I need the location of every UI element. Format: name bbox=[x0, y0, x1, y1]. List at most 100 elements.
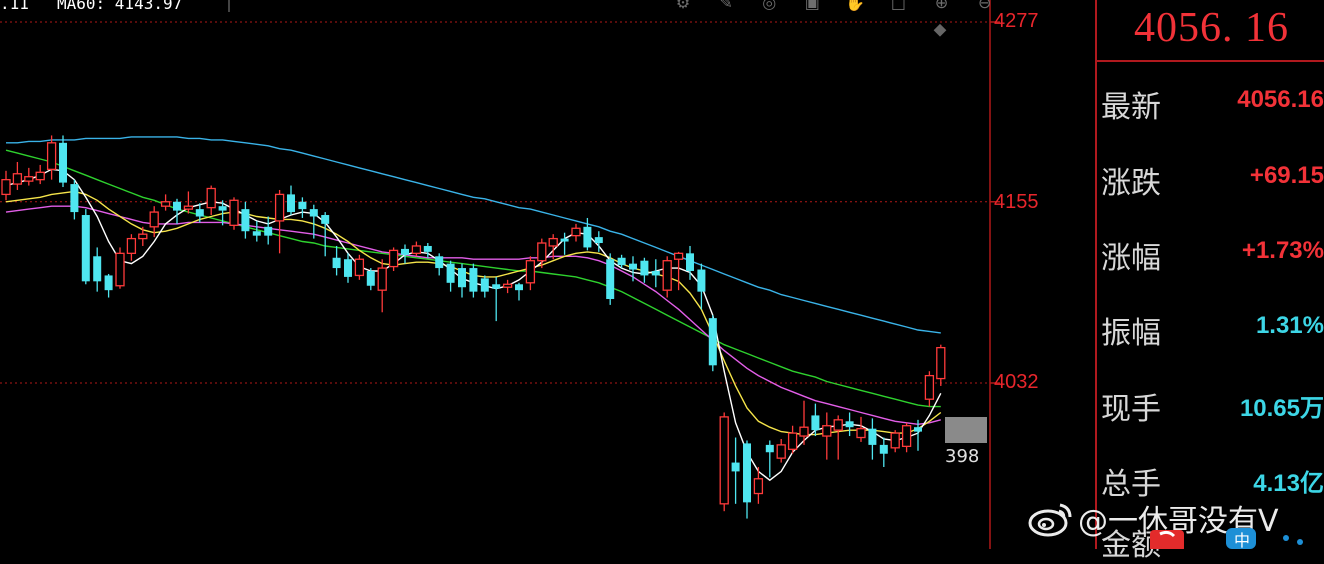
candle bbox=[241, 201, 250, 239]
candle-body bbox=[629, 263, 637, 270]
candle bbox=[321, 212, 330, 257]
candle bbox=[115, 247, 125, 289]
candle bbox=[70, 179, 79, 220]
candle bbox=[287, 185, 295, 216]
candle bbox=[492, 276, 501, 322]
candle bbox=[366, 268, 375, 291]
candlesticks[interactable] bbox=[1, 135, 946, 519]
candle-body bbox=[1, 179, 11, 196]
y-axis-label-low: 4032 bbox=[994, 371, 1039, 393]
candle-body bbox=[241, 209, 250, 232]
candle bbox=[332, 245, 341, 276]
candle bbox=[697, 263, 706, 310]
candle-body bbox=[686, 253, 694, 272]
kline-chart-panel[interactable]: .11 MA60: 4143.97 ⚙ ✎ ◎ ▣ ✋ □ ⊕ ⊖ 4277 4… bbox=[0, 0, 1095, 549]
candle-body bbox=[366, 271, 375, 286]
candle bbox=[708, 315, 717, 372]
candle-body bbox=[332, 257, 341, 269]
candle-body bbox=[377, 267, 387, 291]
target-icon[interactable]: ◎ bbox=[758, 0, 780, 14]
candle-body bbox=[435, 256, 444, 269]
candle-body bbox=[673, 252, 684, 260]
candle-body bbox=[446, 263, 455, 283]
candle bbox=[388, 247, 399, 272]
candle-body bbox=[46, 142, 57, 170]
candle-body bbox=[719, 416, 729, 505]
candle bbox=[856, 416, 866, 442]
candle bbox=[662, 256, 672, 298]
candle bbox=[480, 275, 489, 298]
last-price-big: 4056. 16 bbox=[1134, 5, 1289, 51]
hand-icon[interactable]: ✋ bbox=[844, 0, 866, 14]
candle bbox=[126, 234, 137, 261]
candle-body bbox=[401, 248, 409, 255]
candle bbox=[206, 185, 216, 216]
candle-body bbox=[252, 231, 261, 236]
candle-body bbox=[525, 260, 536, 284]
weibo-logo-icon bbox=[1028, 501, 1074, 545]
chart-decorations bbox=[933, 23, 987, 443]
candle-body bbox=[743, 443, 751, 503]
candle bbox=[46, 135, 57, 180]
square-icon[interactable]: □ bbox=[887, 0, 909, 14]
candle bbox=[81, 209, 90, 285]
candle bbox=[765, 440, 774, 478]
quote-value: 4.13亿 bbox=[1253, 470, 1324, 497]
candle bbox=[12, 161, 23, 190]
candle-body bbox=[411, 245, 422, 254]
candle-body bbox=[218, 206, 227, 211]
zoom-out-icon[interactable]: ⊖ bbox=[974, 0, 996, 14]
ma-fragment: .11 bbox=[0, 0, 29, 13]
quote-label: 涨跌 bbox=[1101, 166, 1161, 201]
svg-text:中: 中 bbox=[1234, 531, 1250, 549]
candle bbox=[606, 253, 615, 305]
candle bbox=[411, 241, 422, 257]
y-axis-label-mid: 4155 bbox=[994, 191, 1039, 213]
brush-icon[interactable]: ✎ bbox=[715, 0, 737, 14]
candle-body bbox=[560, 238, 569, 242]
candle-body bbox=[708, 318, 717, 366]
candle-body bbox=[149, 211, 159, 228]
candle bbox=[525, 256, 536, 291]
candle bbox=[515, 282, 523, 301]
grid-lines bbox=[0, 0, 1000, 549]
candle bbox=[719, 412, 729, 512]
quote-value: 10.65万 bbox=[1239, 395, 1324, 422]
candle-body bbox=[697, 269, 706, 292]
candle-body bbox=[388, 249, 399, 268]
candle bbox=[651, 259, 660, 288]
candle bbox=[35, 164, 45, 185]
candle bbox=[833, 415, 843, 460]
price-separator bbox=[1097, 60, 1324, 62]
candle-body bbox=[70, 184, 79, 213]
candle-body bbox=[81, 215, 90, 282]
candle bbox=[344, 253, 352, 283]
candle-body bbox=[868, 428, 877, 445]
gear-icon[interactable]: ⚙ bbox=[672, 0, 694, 14]
candle bbox=[743, 440, 751, 519]
candle bbox=[401, 244, 409, 264]
quote-value: +1.73% bbox=[1241, 237, 1324, 264]
quote-label: 振幅 bbox=[1101, 316, 1161, 351]
kline-chart[interactable] bbox=[0, 0, 1095, 549]
candle-body bbox=[731, 462, 740, 472]
candle-body bbox=[274, 193, 285, 222]
image-icon[interactable]: ▣ bbox=[801, 0, 823, 14]
candle bbox=[879, 437, 888, 467]
candle bbox=[787, 425, 798, 454]
candle bbox=[160, 194, 171, 211]
candle bbox=[446, 260, 455, 292]
sina-logo-icon: 中 bbox=[1150, 528, 1303, 549]
quote-label: 涨幅 bbox=[1101, 241, 1161, 276]
y-axis-label-top: 4277 bbox=[994, 10, 1039, 32]
candle-body bbox=[24, 176, 34, 182]
candle bbox=[104, 273, 113, 298]
volume-tag: 398 bbox=[945, 446, 980, 467]
candle bbox=[469, 263, 478, 298]
candle-body bbox=[59, 142, 67, 183]
zoom-in-icon[interactable]: ⊕ bbox=[931, 0, 953, 14]
candle-body bbox=[787, 432, 798, 450]
candle bbox=[173, 198, 181, 224]
candle-body bbox=[12, 173, 23, 185]
candle-body bbox=[354, 258, 365, 277]
